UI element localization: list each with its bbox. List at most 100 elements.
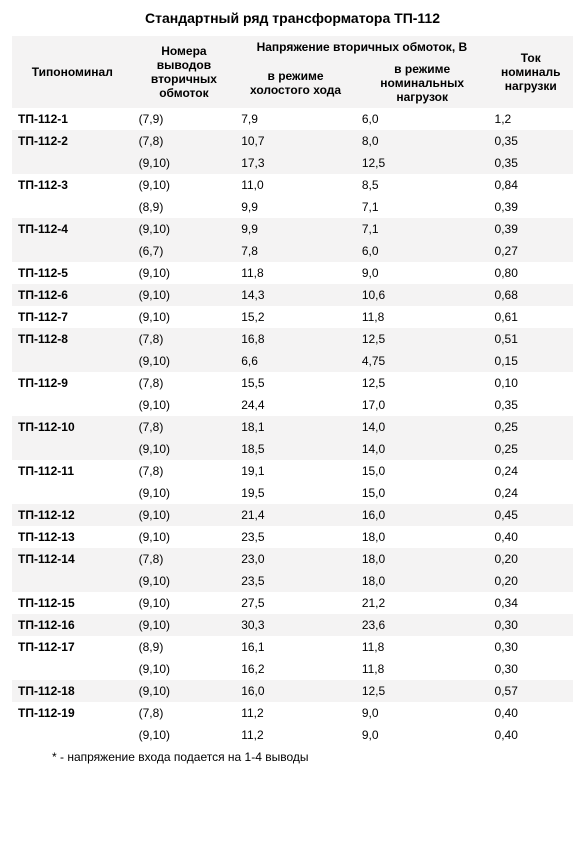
cell-current: 0,35: [489, 394, 573, 416]
cell-voltage-idle: 24,4: [235, 394, 356, 416]
cell-voltage-idle: 6,6: [235, 350, 356, 372]
cell-model: [12, 724, 133, 746]
cell-voltage-idle: 15,5: [235, 372, 356, 394]
cell-model: [12, 240, 133, 262]
cell-model: ТП-112-8: [12, 328, 133, 350]
cell-voltage-load: 18,0: [356, 570, 489, 592]
cell-current: 0,57: [489, 680, 573, 702]
cell-voltage-idle: 18,1: [235, 416, 356, 438]
cell-current: 0,24: [489, 460, 573, 482]
cell-pins: (9,10): [133, 174, 236, 196]
cell-pins: (9,10): [133, 350, 236, 372]
cell-model: ТП-112-7: [12, 306, 133, 328]
cell-current: 0,35: [489, 152, 573, 174]
cell-pins: (9,10): [133, 592, 236, 614]
cell-voltage-idle: 27,5: [235, 592, 356, 614]
cell-current: 0,40: [489, 702, 573, 724]
cell-voltage-idle: 9,9: [235, 218, 356, 240]
cell-model: ТП-112-16: [12, 614, 133, 636]
cell-pins: (9,10): [133, 614, 236, 636]
cell-pins: (7,8): [133, 702, 236, 724]
cell-voltage-load: 18,0: [356, 526, 489, 548]
cell-model: [12, 152, 133, 174]
cell-voltage-load: 23,6: [356, 614, 489, 636]
cell-pins: (9,10): [133, 262, 236, 284]
cell-voltage-load: 9,0: [356, 262, 489, 284]
table-header: Типономинал Номера выводов вторичных обм…: [12, 36, 573, 108]
cell-voltage-load: 7,1: [356, 218, 489, 240]
cell-current: 0,34: [489, 592, 573, 614]
cell-model: ТП-112-2: [12, 130, 133, 152]
header-voltage-load: в режиме номинальных нагрузок: [356, 58, 489, 108]
cell-pins: (9,10): [133, 724, 236, 746]
cell-pins: (9,10): [133, 284, 236, 306]
cell-model: ТП-112-13: [12, 526, 133, 548]
cell-voltage-idle: 11,2: [235, 702, 356, 724]
cell-current: 1,2: [489, 108, 573, 130]
cell-voltage-load: 6,0: [356, 108, 489, 130]
cell-voltage-load: 11,8: [356, 306, 489, 328]
cell-pins: (9,10): [133, 680, 236, 702]
cell-voltage-load: 8,0: [356, 130, 489, 152]
header-pins: Номера выводов вторичных обмоток: [133, 36, 236, 108]
cell-current: 0,35: [489, 130, 573, 152]
cell-pins: (9,10): [133, 482, 236, 504]
table-row: ТП-112-18(9,10)16,012,50,57: [12, 680, 573, 702]
header-model: Типономинал: [12, 36, 133, 108]
cell-current: 0,30: [489, 614, 573, 636]
cell-model: ТП-112-14: [12, 548, 133, 570]
table-row: ТП-112-1(7,9)7,96,01,2: [12, 108, 573, 130]
table-row: (9,10)24,417,00,35: [12, 394, 573, 416]
cell-voltage-load: 12,5: [356, 372, 489, 394]
table-row: ТП-112-19(7,8)11,29,00,40: [12, 702, 573, 724]
table-row: (9,10)11,29,00,40: [12, 724, 573, 746]
table-row: ТП-112-3(9,10)11,08,50,84: [12, 174, 573, 196]
table-row: ТП-112-16(9,10)30,323,60,30: [12, 614, 573, 636]
cell-voltage-idle: 18,5: [235, 438, 356, 460]
cell-model: ТП-112-5: [12, 262, 133, 284]
cell-voltage-idle: 16,8: [235, 328, 356, 350]
cell-current: 0,40: [489, 526, 573, 548]
cell-voltage-load: 14,0: [356, 438, 489, 460]
cell-voltage-idle: 15,2: [235, 306, 356, 328]
table-row: ТП-112-14(7,8)23,018,00,20: [12, 548, 573, 570]
table-row: ТП-112-15(9,10)27,521,20,34: [12, 592, 573, 614]
cell-voltage-load: 14,0: [356, 416, 489, 438]
table-row: ТП-112-11(7,8)19,115,00,24: [12, 460, 573, 482]
cell-voltage-idle: 11,8: [235, 262, 356, 284]
cell-current: 0,68: [489, 284, 573, 306]
cell-model: ТП-112-18: [12, 680, 133, 702]
cell-voltage-load: 18,0: [356, 548, 489, 570]
cell-pins: (7,8): [133, 130, 236, 152]
cell-pins: (7,8): [133, 460, 236, 482]
cell-current: 0,30: [489, 658, 573, 680]
cell-voltage-idle: 23,5: [235, 526, 356, 548]
cell-voltage-idle: 17,3: [235, 152, 356, 174]
cell-voltage-idle: 7,9: [235, 108, 356, 130]
cell-voltage-load: 15,0: [356, 460, 489, 482]
cell-pins: (7,8): [133, 328, 236, 350]
cell-pins: (7,8): [133, 372, 236, 394]
cell-current: 0,25: [489, 438, 573, 460]
cell-model: ТП-112-6: [12, 284, 133, 306]
cell-current: 0,39: [489, 196, 573, 218]
cell-voltage-load: 12,5: [356, 152, 489, 174]
header-current: Ток номиналь нагрузки: [489, 36, 573, 108]
cell-voltage-load: 7,1: [356, 196, 489, 218]
cell-voltage-load: 6,0: [356, 240, 489, 262]
cell-current: 0,24: [489, 482, 573, 504]
table-row: (9,10)17,312,50,35: [12, 152, 573, 174]
cell-model: ТП-112-9: [12, 372, 133, 394]
table-row: (6,7)7,86,00,27: [12, 240, 573, 262]
cell-model: ТП-112-10: [12, 416, 133, 438]
cell-pins: (7,8): [133, 548, 236, 570]
cell-voltage-load: 10,6: [356, 284, 489, 306]
cell-current: 0,15: [489, 350, 573, 372]
cell-pins: (9,10): [133, 526, 236, 548]
table-row: ТП-112-9(7,8)15,512,50,10: [12, 372, 573, 394]
cell-model: ТП-112-12: [12, 504, 133, 526]
cell-model: [12, 394, 133, 416]
table-row: (9,10)19,515,00,24: [12, 482, 573, 504]
cell-model: [12, 350, 133, 372]
table-row: ТП-112-10(7,8)18,114,00,25: [12, 416, 573, 438]
